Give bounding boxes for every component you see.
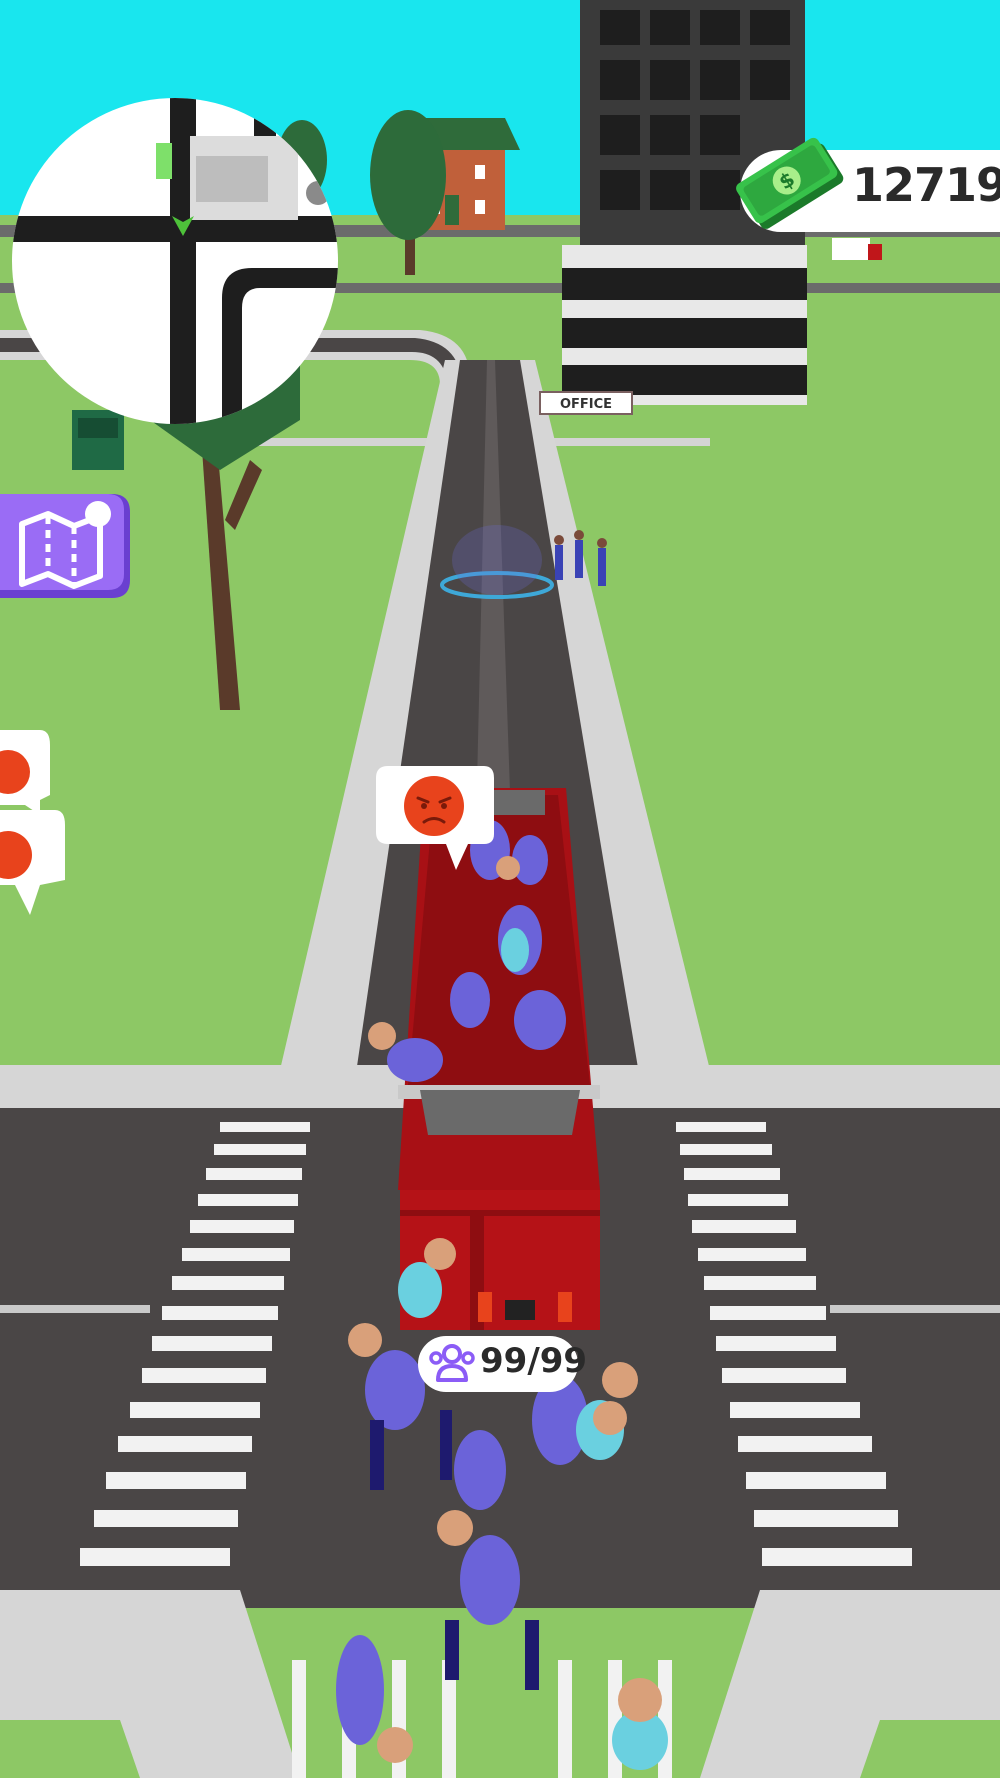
map-button[interactable] (0, 494, 130, 598)
money-counter: 12719 (852, 158, 1000, 212)
group-icon (429, 1344, 475, 1382)
minimap[interactable] (12, 98, 338, 424)
green-truck (72, 410, 124, 470)
map-icon (0, 494, 130, 598)
corner-grass-left (0, 1720, 140, 1778)
lane-line-right (830, 1305, 1000, 1313)
cash-icon: $ (730, 122, 850, 242)
bus-capacity-count: 99/99 (480, 1341, 588, 1381)
angry-face-icon (404, 776, 464, 836)
minimap-graphic (12, 98, 338, 424)
office-sign: OFFICE (560, 397, 612, 412)
game-scene: OFFICE $ 12719 99/99 (0, 0, 1000, 1778)
lane-line-left (0, 1305, 150, 1313)
corner-grass-right (860, 1720, 1000, 1778)
